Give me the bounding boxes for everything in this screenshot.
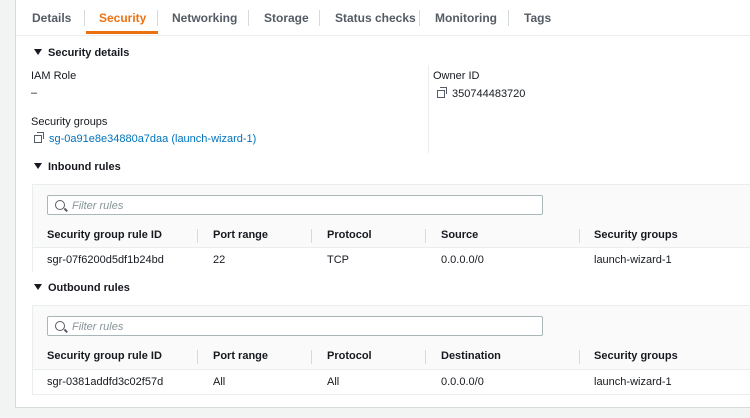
inbound-filter-input[interactable]: Filter rules [47,195,543,215]
outbound-filter-input[interactable]: Filter rules [47,316,543,336]
column-divider [428,65,429,153]
protocol-cell: All [327,376,340,388]
column-divider [197,229,198,243]
column-divider [311,229,312,243]
tab-status-checks[interactable]: Status checks [335,0,416,35]
iam-role-label: IAM Role [31,70,77,82]
column-header[interactable]: Port range [213,350,268,362]
tab-divider [248,10,249,26]
port-range-cell: All [213,376,226,388]
tab-security[interactable]: Security [99,0,146,35]
port-range-cell: 22 [213,254,226,266]
inbound-rules-table: Filter rules Security group rule ID Port… [32,184,750,272]
owner-id-label: Owner ID [433,70,480,82]
iam-role-value: – [31,87,38,99]
column-divider [197,350,198,364]
table-row[interactable]: sgr-07f6200d5df1b24bd 22 TCP 0.0.0.0/0 l… [33,247,750,272]
security-group-cell: launch-wizard-1 [594,254,672,266]
tab-storage[interactable]: Storage [264,0,309,35]
security-groups-label: Security groups [31,116,108,128]
column-divider [579,229,580,243]
rule-id-cell: sgr-07f6200d5df1b24bd [47,254,164,266]
filter-placeholder: Filter rules [72,321,124,333]
security-details-title: Security details [48,47,130,59]
column-header[interactable]: Security group rule ID [47,229,162,241]
caret-down-icon [34,163,42,169]
tab-divider [319,10,320,26]
column-divider [311,350,312,364]
security-group-cell: launch-wizard-1 [594,376,672,388]
tab-details[interactable]: Details [32,0,71,35]
inbound-rules-header[interactable]: Inbound rules [34,161,121,173]
active-tab-indicator [86,31,158,34]
owner-id-value: 350744483720 [437,87,525,100]
column-header[interactable]: Security group rule ID [47,350,162,362]
source-cell: 0.0.0.0/0 [441,254,484,266]
search-icon [55,321,65,331]
security-group-link-text: sg-0a91e8e34880a7daa (launch-wizard-1) [49,133,257,145]
destination-cell: 0.0.0.0/0 [441,376,484,388]
tab-divider [508,10,509,26]
copy-icon[interactable] [34,132,45,143]
protocol-cell: TCP [327,254,349,266]
column-header[interactable]: Destination [441,350,501,362]
tab-divider [84,10,85,26]
caret-down-icon [34,284,42,290]
column-header[interactable]: Protocol [327,350,372,362]
security-details-header[interactable]: Security details [34,47,129,59]
search-icon [55,200,65,210]
tab-monitoring[interactable]: Monitoring [435,0,497,35]
table-row[interactable]: sgr-0381addfd3c02f57d All All 0.0.0.0/0 … [33,369,750,394]
tab-divider [157,10,158,26]
column-header[interactable]: Port range [213,229,268,241]
tab-networking[interactable]: Networking [172,0,237,35]
column-divider [425,350,426,364]
security-group-link[interactable]: sg-0a91e8e34880a7daa (launch-wizard-1) [34,132,256,145]
copy-icon[interactable] [437,87,448,98]
filter-placeholder: Filter rules [72,200,124,212]
column-header[interactable]: Source [441,229,478,241]
column-header[interactable]: Security groups [594,229,678,241]
outbound-rules-table: Filter rules Security group rule ID Port… [32,305,750,395]
caret-down-icon [34,49,42,55]
column-divider [579,350,580,364]
inbound-rules-title: Inbound rules [48,161,121,173]
instance-detail-panel: Details Security Networking Storage Stat… [15,0,750,408]
rule-id-cell: sgr-0381addfd3c02f57d [47,376,164,388]
tab-bar: Details Security Networking Storage Stat… [16,0,750,36]
column-header[interactable]: Protocol [327,229,372,241]
tab-tags[interactable]: Tags [524,0,551,35]
outbound-rules-title: Outbound rules [48,282,130,294]
column-divider [425,229,426,243]
tab-divider [419,10,420,26]
owner-id-text: 350744483720 [452,88,526,100]
column-header[interactable]: Security groups [594,350,678,362]
outbound-rules-header[interactable]: Outbound rules [34,282,130,294]
